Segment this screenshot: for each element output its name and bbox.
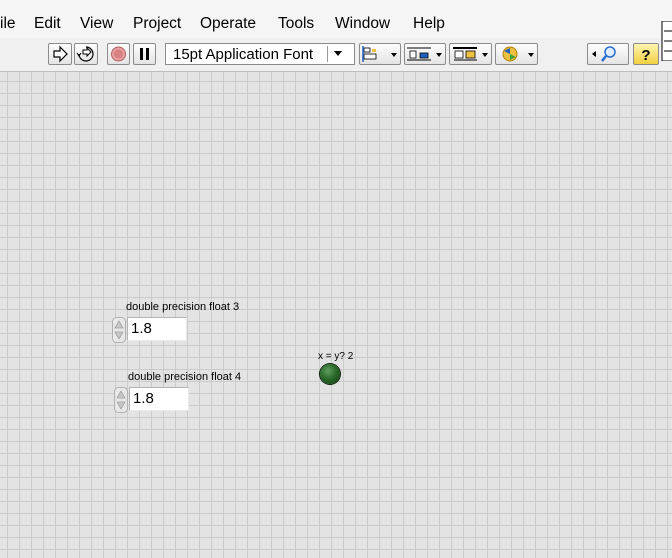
vi-icon <box>661 20 672 62</box>
menu-help[interactable]: Help <box>413 14 445 34</box>
control-label: double precision float 3 <box>126 301 240 313</box>
search-button[interactable] <box>587 43 629 65</box>
run-continuously-button[interactable] <box>74 43 98 65</box>
run-continuously-icon <box>76 46 94 62</box>
align-objects-icon <box>362 46 377 62</box>
resize-objects-icon <box>453 47 477 61</box>
pause-button[interactable] <box>133 43 156 65</box>
menu-edit[interactable]: Edit <box>34 14 61 34</box>
chevron-down-icon <box>528 53 534 57</box>
numeric-control: 1.8 <box>114 387 194 413</box>
menu-project[interactable]: Project <box>133 14 181 34</box>
context-help-button[interactable]: ? <box>633 43 659 65</box>
control-label: double precision float 4 <box>128 371 242 383</box>
toolbar: 15pt Application Font ? <box>0 38 672 72</box>
menu-bar: ile Edit View Project Operate Tools Wind… <box>0 0 672 38</box>
pause-icon <box>140 48 149 60</box>
align-objects-button[interactable] <box>359 43 401 65</box>
indicator-label: x = y? 2 <box>318 351 354 362</box>
resize-objects-button[interactable] <box>449 43 492 65</box>
chevron-down-icon <box>391 53 397 57</box>
font-select-value: 15pt Application Font <box>173 46 314 63</box>
chevron-down-icon <box>436 53 442 57</box>
reorder-button[interactable] <box>495 43 538 65</box>
run-button[interactable] <box>48 43 72 65</box>
reorder-icon <box>502 46 518 62</box>
distribute-objects-icon <box>407 47 431 61</box>
menu-operate[interactable]: Operate <box>200 14 256 34</box>
chevron-down-icon <box>482 53 488 57</box>
numeric-input[interactable]: 1.8 <box>129 387 189 411</box>
abort-button[interactable] <box>107 43 130 65</box>
distribute-objects-button[interactable] <box>404 43 446 65</box>
front-panel[interactable] <box>0 72 672 558</box>
menu-window[interactable]: Window <box>335 14 390 34</box>
numeric-control: 1.8 <box>112 317 192 343</box>
svg-text:?: ? <box>641 47 650 64</box>
context-help-icon: ? <box>641 47 650 64</box>
search-icon <box>592 46 616 62</box>
run-arrow-icon <box>53 45 68 63</box>
menu-tools[interactable]: Tools <box>278 14 314 34</box>
numeric-input[interactable]: 1.8 <box>127 317 187 341</box>
menu-file[interactable]: ile <box>0 14 16 34</box>
increment-decrement-icon[interactable] <box>114 387 128 413</box>
abort-execution-icon <box>111 46 126 62</box>
boolean-led-indicator <box>320 364 340 384</box>
font-select[interactable]: 15pt Application Font <box>165 43 355 65</box>
menu-view[interactable]: View <box>80 14 113 34</box>
increment-decrement-icon[interactable] <box>112 317 126 343</box>
font-select-divider <box>327 46 328 62</box>
chevron-down-icon[interactable] <box>334 51 342 56</box>
